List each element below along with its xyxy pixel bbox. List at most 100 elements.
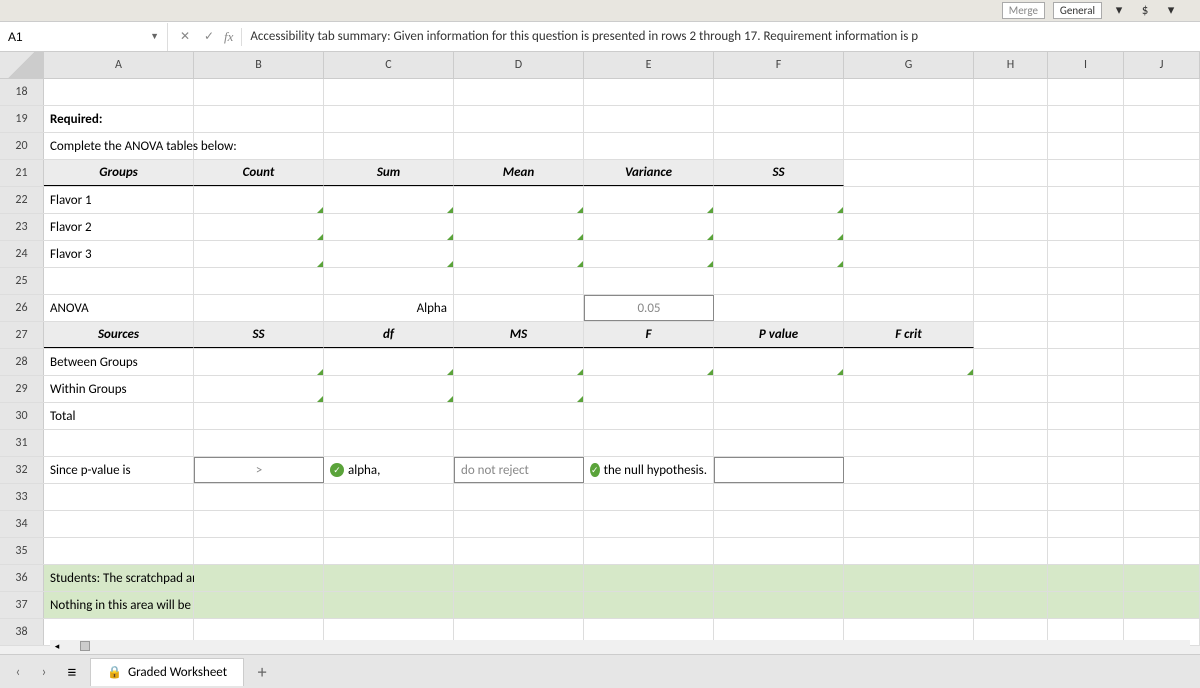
cell-C24[interactable] <box>324 241 454 267</box>
cell-A21[interactable]: Groups <box>44 160 194 186</box>
cell-J20[interactable] <box>1124 133 1200 159</box>
cell-D36[interactable] <box>454 565 584 591</box>
cell-D27[interactable]: MS <box>454 322 584 348</box>
cell-F35[interactable] <box>714 538 844 564</box>
cell-J19[interactable] <box>1124 106 1200 132</box>
cell-A28[interactable]: Between Groups <box>44 349 194 375</box>
cell-B34[interactable] <box>194 511 324 537</box>
cell-B31[interactable] <box>194 430 324 456</box>
cell-E36[interactable] <box>584 565 714 591</box>
cell-E25[interactable] <box>584 268 714 294</box>
cell-A26[interactable]: ANOVA <box>44 295 194 321</box>
cell-A18[interactable] <box>44 79 194 105</box>
cell-G19[interactable] <box>844 106 974 132</box>
cell-H36[interactable] <box>974 565 1048 591</box>
cell-A36[interactable]: Students: The scratchpad area is for you… <box>44 565 194 591</box>
cell-F18[interactable] <box>714 79 844 105</box>
cell-A33[interactable] <box>44 484 194 510</box>
cell-J29[interactable] <box>1124 376 1200 402</box>
cell-D30[interactable] <box>454 403 584 429</box>
cell-F29[interactable] <box>714 376 844 402</box>
row-header-26[interactable]: 26 <box>0 295 44 321</box>
cell-C27[interactable]: df <box>324 322 454 348</box>
cell-D23[interactable] <box>454 214 584 240</box>
cell-F32[interactable] <box>714 457 844 483</box>
cell-G27[interactable]: F crit <box>844 322 974 348</box>
cell-F24[interactable] <box>714 241 844 267</box>
cell-G21[interactable] <box>844 160 974 186</box>
cell-H18[interactable] <box>974 79 1048 105</box>
cell-A32[interactable]: Since p-value is <box>44 457 194 483</box>
cell-A30[interactable]: Total <box>44 403 194 429</box>
cell-F22[interactable] <box>714 187 844 213</box>
cell-J33[interactable] <box>1124 484 1200 510</box>
cell-F33[interactable] <box>714 484 844 510</box>
cell-H21[interactable] <box>974 160 1048 186</box>
cell-A22[interactable]: Flavor 1 <box>44 187 194 213</box>
cell-G31[interactable] <box>844 430 974 456</box>
cell-B36[interactable] <box>194 565 324 591</box>
cell-J34[interactable] <box>1124 511 1200 537</box>
cell-D34[interactable] <box>454 511 584 537</box>
row-header-31[interactable]: 31 <box>0 430 44 456</box>
cell-E33[interactable] <box>584 484 714 510</box>
number-format-select[interactable]: General <box>1053 2 1102 19</box>
cell-I25[interactable] <box>1048 268 1124 294</box>
cell-B25[interactable] <box>194 268 324 294</box>
cell-G37[interactable] <box>844 592 974 618</box>
cell-G25[interactable] <box>844 268 974 294</box>
row-header-36[interactable]: 36 <box>0 565 44 591</box>
name-box-input[interactable] <box>8 30 88 44</box>
cell-J24[interactable] <box>1124 241 1200 267</box>
cell-E21[interactable]: Variance <box>584 160 714 186</box>
row-header-35[interactable]: 35 <box>0 538 44 564</box>
cell-C18[interactable] <box>324 79 454 105</box>
cell-J30[interactable] <box>1124 403 1200 429</box>
cell-D33[interactable] <box>454 484 584 510</box>
cell-H22[interactable] <box>974 187 1048 213</box>
cell-E18[interactable] <box>584 79 714 105</box>
cell-I26[interactable] <box>1048 295 1124 321</box>
cell-G29[interactable] <box>844 376 974 402</box>
cell-I31[interactable] <box>1048 430 1124 456</box>
cell-H35[interactable] <box>974 538 1048 564</box>
col-header-J[interactable]: J <box>1124 52 1200 78</box>
cell-B24[interactable] <box>194 241 324 267</box>
cell-B27[interactable]: SS <box>194 322 324 348</box>
cell-C20[interactable] <box>324 133 454 159</box>
cell-A29[interactable]: Within Groups <box>44 376 194 402</box>
cell-F37[interactable] <box>714 592 844 618</box>
cell-F25[interactable] <box>714 268 844 294</box>
row-header-22[interactable]: 22 <box>0 187 44 213</box>
cell-I37[interactable] <box>1048 592 1124 618</box>
cell-J37[interactable] <box>1124 592 1200 618</box>
cell-F26[interactable] <box>714 295 844 321</box>
cell-J27[interactable] <box>1124 322 1200 348</box>
cell-H28[interactable] <box>974 349 1048 375</box>
cell-F27[interactable]: P value <box>714 322 844 348</box>
cell-I27[interactable] <box>1048 322 1124 348</box>
cell-G23[interactable] <box>844 214 974 240</box>
cell-G18[interactable] <box>844 79 974 105</box>
cell-B26[interactable] <box>194 295 324 321</box>
cell-I30[interactable] <box>1048 403 1124 429</box>
cell-E34[interactable] <box>584 511 714 537</box>
cell-H20[interactable] <box>974 133 1048 159</box>
col-header-E[interactable]: E <box>584 52 714 78</box>
cell-J26[interactable] <box>1124 295 1200 321</box>
cell-F31[interactable] <box>714 430 844 456</box>
cell-C29[interactable] <box>324 376 454 402</box>
cell-E20[interactable] <box>584 133 714 159</box>
cell-G28[interactable] <box>844 349 974 375</box>
row-header-32[interactable]: 32 <box>0 457 44 483</box>
col-header-C[interactable]: C <box>324 52 454 78</box>
cell-D19[interactable] <box>454 106 584 132</box>
add-sheet-icon[interactable]: + <box>250 661 274 683</box>
cell-D21[interactable]: Mean <box>454 160 584 186</box>
cell-J23[interactable] <box>1124 214 1200 240</box>
sheet-tab-active[interactable]: 🔒 Graded Worksheet <box>90 658 244 686</box>
cell-B23[interactable] <box>194 214 324 240</box>
cell-E24[interactable] <box>584 241 714 267</box>
cell-E29[interactable] <box>584 376 714 402</box>
cell-H19[interactable] <box>974 106 1048 132</box>
